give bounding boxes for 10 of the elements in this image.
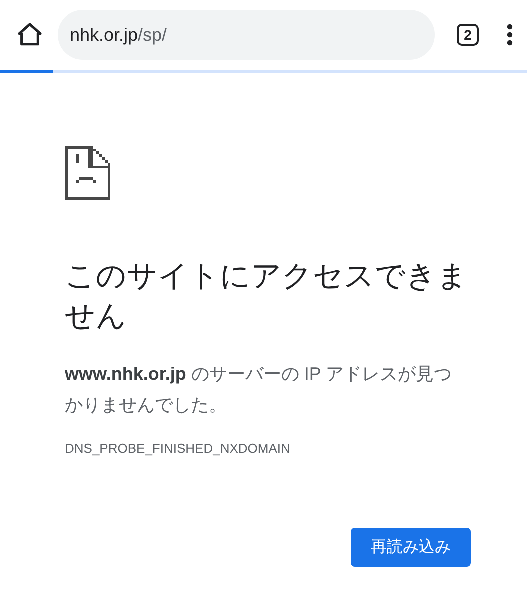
error-message: www.nhk.or.jp のサーバーの IP アドレスが見つかりませんでした。 — [65, 363, 454, 417]
address-bar[interactable]: nhk.or.jp/sp/ — [58, 10, 435, 60]
sad-page-icon — [65, 146, 111, 200]
tab-switcher-button[interactable]: 2 — [457, 24, 479, 46]
error-code: DNS_PROBE_FINISHED_NXDOMAIN — [65, 441, 292, 456]
url-path: /sp/ — [138, 24, 168, 46]
reload-button[interactable]: 再読み込み — [351, 528, 471, 567]
error-title: このサイトにアクセスできません — [65, 259, 469, 335]
menu-icon[interactable] — [507, 24, 513, 46]
url-host: nhk.or.jp — [70, 24, 138, 46]
